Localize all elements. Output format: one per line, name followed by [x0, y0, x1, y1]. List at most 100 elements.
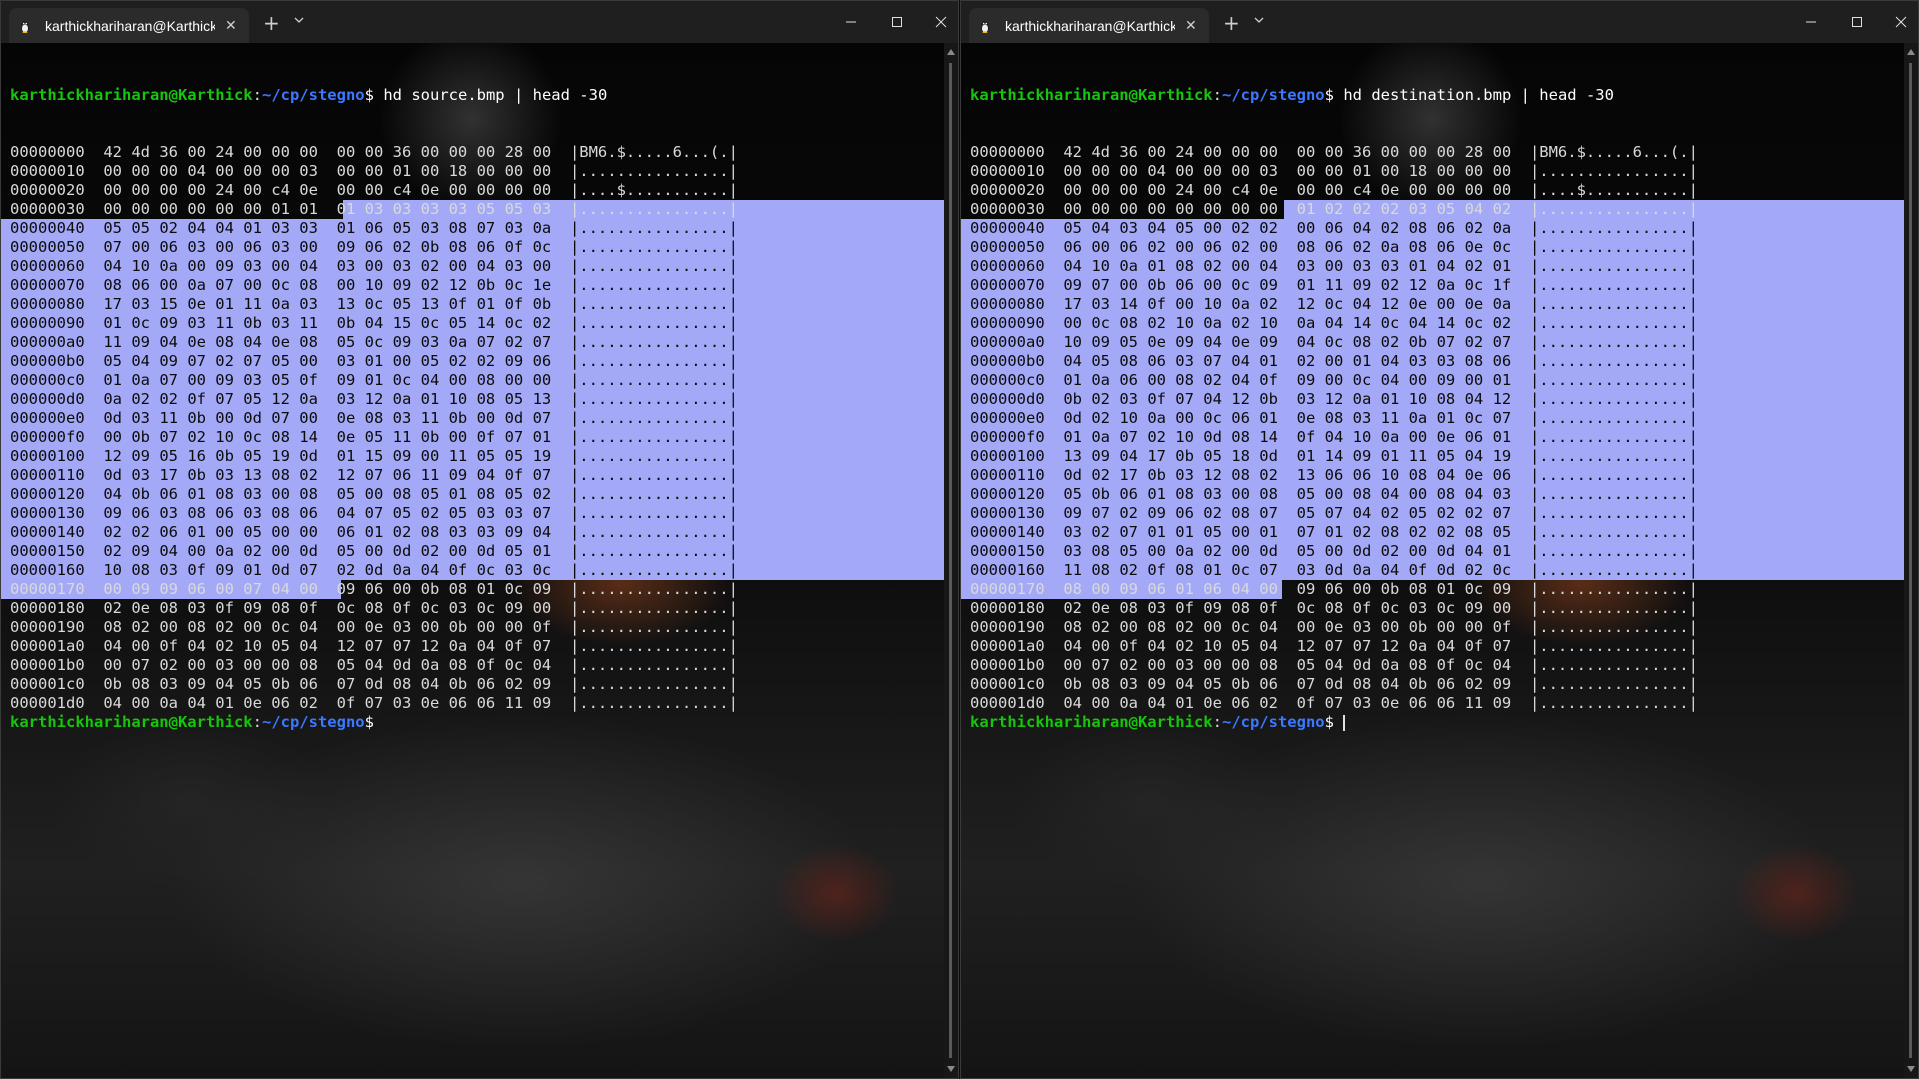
- hex-bytes: 10 08 03 0f 09 01 0d 07 02 0d 0a 04 0f 0…: [103, 561, 552, 579]
- hex-ascii: |................|: [569, 599, 738, 617]
- hex-ascii: |................|: [1529, 200, 1698, 218]
- hex-bytes: 01 0a 07 00 09 03 05 0f 09 01 0c 04 00 0…: [103, 371, 552, 389]
- terminal-tab[interactable]: karthickhariharan@Karthick ✕: [9, 8, 249, 43]
- hex-address: 000000c0: [970, 371, 1045, 389]
- maximize-icon[interactable]: [1848, 13, 1866, 31]
- hex-ascii: |................|: [569, 276, 738, 294]
- scrollbar-thumb[interactable]: [949, 63, 952, 1058]
- scrollbar-thumb[interactable]: [1909, 63, 1912, 1058]
- hex-bytes: 04 00 0a 04 01 0e 06 02 0f 07 03 0e 06 0…: [103, 694, 552, 712]
- scrollbar[interactable]: [944, 43, 958, 1078]
- hexdump-row: 000000e0 0d 03 11 0b 00 0d 07 00 0e 08 0…: [1, 409, 958, 428]
- hex-bytes: 42 4d 36 00 24 00 00 00 00 00 36 00 00 0…: [1063, 143, 1512, 161]
- hex-ascii: |................|: [1529, 295, 1698, 313]
- hex-address: 00000010: [10, 162, 85, 180]
- hexdump-row: 00000180 02 0e 08 03 0f 09 08 0f 0c 08 0…: [970, 599, 1698, 618]
- hex-ascii: |................|: [569, 352, 738, 370]
- hexdump-row: 00000090 00 0c 08 02 10 0a 02 10 0a 04 1…: [961, 314, 1918, 333]
- chevron-down-icon[interactable]: [294, 15, 304, 25]
- hex-bytes: 0b 02 03 0f 07 04 12 0b 03 12 0a 01 10 0…: [1063, 390, 1512, 408]
- hexdump-row: 000000f0 00 0b 07 02 10 0c 08 14 0e 05 1…: [1, 428, 958, 447]
- hexdump-row: 000001b0 00 07 02 00 03 00 00 08 05 04 0…: [970, 656, 1698, 675]
- hexdump-row: 00000150 02 09 04 00 0a 02 00 0d 05 00 0…: [1, 542, 958, 561]
- hex-ascii: |................|: [1529, 466, 1698, 484]
- hex-ascii: |................|: [569, 561, 738, 579]
- hexdump-row: 00000100 12 09 05 16 0b 05 19 0d 01 15 0…: [1, 447, 958, 466]
- hex-ascii: |................|: [1529, 561, 1698, 579]
- scrollbar[interactable]: [1904, 43, 1918, 1078]
- hexdump-row: 00000170 08 00 09 06 01 06 04 00 09 06 0…: [961, 580, 1698, 599]
- hex-address: 00000120: [970, 485, 1045, 503]
- hex-bytes: 02 0e 08 03 0f 09 08 0f 0c 08 0f 0c 03 0…: [103, 599, 552, 617]
- hexdump-row: 000001a0 04 00 0f 04 02 10 05 04 12 07 0…: [970, 637, 1698, 656]
- hex-address: 000001b0: [10, 656, 85, 674]
- minimize-icon[interactable]: [842, 13, 860, 31]
- terminal-output: karthickhariharan@Karthick:~/cp/stegno$ …: [1, 48, 958, 732]
- hex-ascii: |................|: [1529, 542, 1698, 560]
- scroll-down-arrow-icon[interactable]: [947, 1066, 955, 1072]
- hex-address: 00000100: [970, 447, 1045, 465]
- hexdump-row: 000001a0 04 00 0f 04 02 10 05 04 12 07 0…: [10, 637, 738, 656]
- hex-address: 000000f0: [10, 428, 85, 446]
- hex-ascii: |................|: [569, 333, 738, 351]
- new-tab-plus-icon[interactable]: +: [1223, 11, 1240, 35]
- maximize-icon[interactable]: [888, 13, 906, 31]
- hex-address: 000000e0: [10, 409, 85, 427]
- hex-bytes: 05 04 09 07 02 07 05 00 03 01 00 05 02 0…: [103, 352, 552, 370]
- hex-bytes: 0d 03 17 0b 03 13 08 02 12 07 06 11 09 0…: [103, 466, 552, 484]
- hex-address: 000000d0: [10, 390, 85, 408]
- hex-ascii: |................|: [1529, 618, 1698, 636]
- prompt-line: karthickhariharan@Karthick:~/cp/stegno$: [10, 713, 374, 731]
- hexdump-row: 00000040 05 05 02 04 04 01 03 03 01 06 0…: [1, 219, 958, 238]
- terminal-content[interactable]: karthickhariharan@Karthick:~/cp/stegno$ …: [961, 43, 1918, 1078]
- close-window-icon[interactable]: [932, 13, 950, 31]
- hex-address: 000001c0: [970, 675, 1045, 693]
- hex-address: 00000010: [970, 162, 1045, 180]
- command-line: karthickhariharan@Karthick:~/cp/stegno$ …: [970, 86, 1614, 104]
- terminal-window-left: karthickhariharan@Karthick ✕ + karthickh…: [0, 0, 959, 1079]
- hexdump-row: 00000060 04 10 0a 00 09 03 00 04 03 00 0…: [1, 257, 958, 276]
- hex-bytes: 42 4d 36 00 24 00 00 00 00 00 36 00 00 0…: [103, 143, 552, 161]
- scroll-up-arrow-icon[interactable]: [1907, 49, 1915, 55]
- hex-bytes: 08 02 00 08 02 00 0c 04 00 0e 03 00 0b 0…: [103, 618, 552, 636]
- hex-ascii: |................|: [1529, 276, 1698, 294]
- hexdump-row: 00000130 09 06 03 08 06 03 08 06 04 07 0…: [1, 504, 958, 523]
- hex-bytes: 04 00 0f 04 02 10 05 04 12 07 07 12 0a 0…: [103, 637, 552, 655]
- command-line: karthickhariharan@Karthick:~/cp/stegno$ …: [10, 86, 608, 104]
- hex-bytes: 09 07 02 09 06 02 08 07 05 07 04 02 05 0…: [1063, 504, 1512, 522]
- hex-bytes: 04 10 0a 00 09 03 00 04 03 00 03 02 00 0…: [103, 257, 552, 275]
- terminal-content[interactable]: karthickhariharan@Karthick:~/cp/stegno$ …: [1, 43, 958, 1078]
- new-tab-plus-icon[interactable]: +: [263, 11, 280, 35]
- hex-address: 000001d0: [10, 694, 85, 712]
- scroll-down-arrow-icon[interactable]: [1907, 1066, 1915, 1072]
- terminal-tab[interactable]: karthickhariharan@Karthick ✕: [969, 8, 1209, 43]
- hex-address: 00000080: [10, 295, 85, 313]
- hex-ascii: |................|: [569, 371, 738, 389]
- hex-bytes: 03 02 07 01 01 05 00 01 07 01 02 08 02 0…: [1063, 523, 1512, 541]
- scroll-up-arrow-icon[interactable]: [947, 49, 955, 55]
- hex-bytes: 08 02 00 08 02 00 0c 04 00 0e 03 00 0b 0…: [1063, 618, 1512, 636]
- hex-address: 00000100: [10, 447, 85, 465]
- hex-bytes: 0b 08 03 09 04 05 0b 06 07 0d 08 04 0b 0…: [103, 675, 552, 693]
- tab-close-icon[interactable]: ✕: [225, 18, 237, 34]
- hexdump-row: 00000130 09 07 02 09 06 02 08 07 05 07 0…: [961, 504, 1918, 523]
- hexdump-row: 00000190 08 02 00 08 02 00 0c 04 00 0e 0…: [10, 618, 738, 637]
- hexdump-row: 00000120 05 0b 06 01 08 03 00 08 05 00 0…: [961, 485, 1918, 504]
- hex-address: 000001c0: [10, 675, 85, 693]
- tab-close-icon[interactable]: ✕: [1185, 18, 1197, 34]
- chevron-down-icon[interactable]: [1254, 15, 1264, 25]
- hex-address: 000000d0: [970, 390, 1045, 408]
- hex-bytes: 01 0a 06 00 08 02 04 0f 09 00 0c 04 00 0…: [1063, 371, 1512, 389]
- hex-bytes: 00 0b 07 02 10 0c 08 14 0e 05 11 0b 00 0…: [103, 428, 552, 446]
- hex-ascii: |BM6.$.....6...(.|: [569, 143, 738, 161]
- hex-ascii: |................|: [569, 219, 738, 237]
- hex-address: 00000020: [970, 181, 1045, 199]
- hexdump-row: 00000020 00 00 00 00 24 00 c4 0e 00 00 c…: [10, 181, 738, 200]
- hex-address: 00000080: [970, 295, 1045, 313]
- hex-ascii: |................|: [569, 504, 738, 522]
- terminal-window-right: karthickhariharan@Karthick ✕ + karthickh…: [960, 0, 1919, 1079]
- close-window-icon[interactable]: [1892, 13, 1910, 31]
- hex-ascii: |................|: [1529, 333, 1698, 351]
- hex-address: 00000030: [10, 200, 85, 218]
- minimize-icon[interactable]: [1802, 13, 1820, 31]
